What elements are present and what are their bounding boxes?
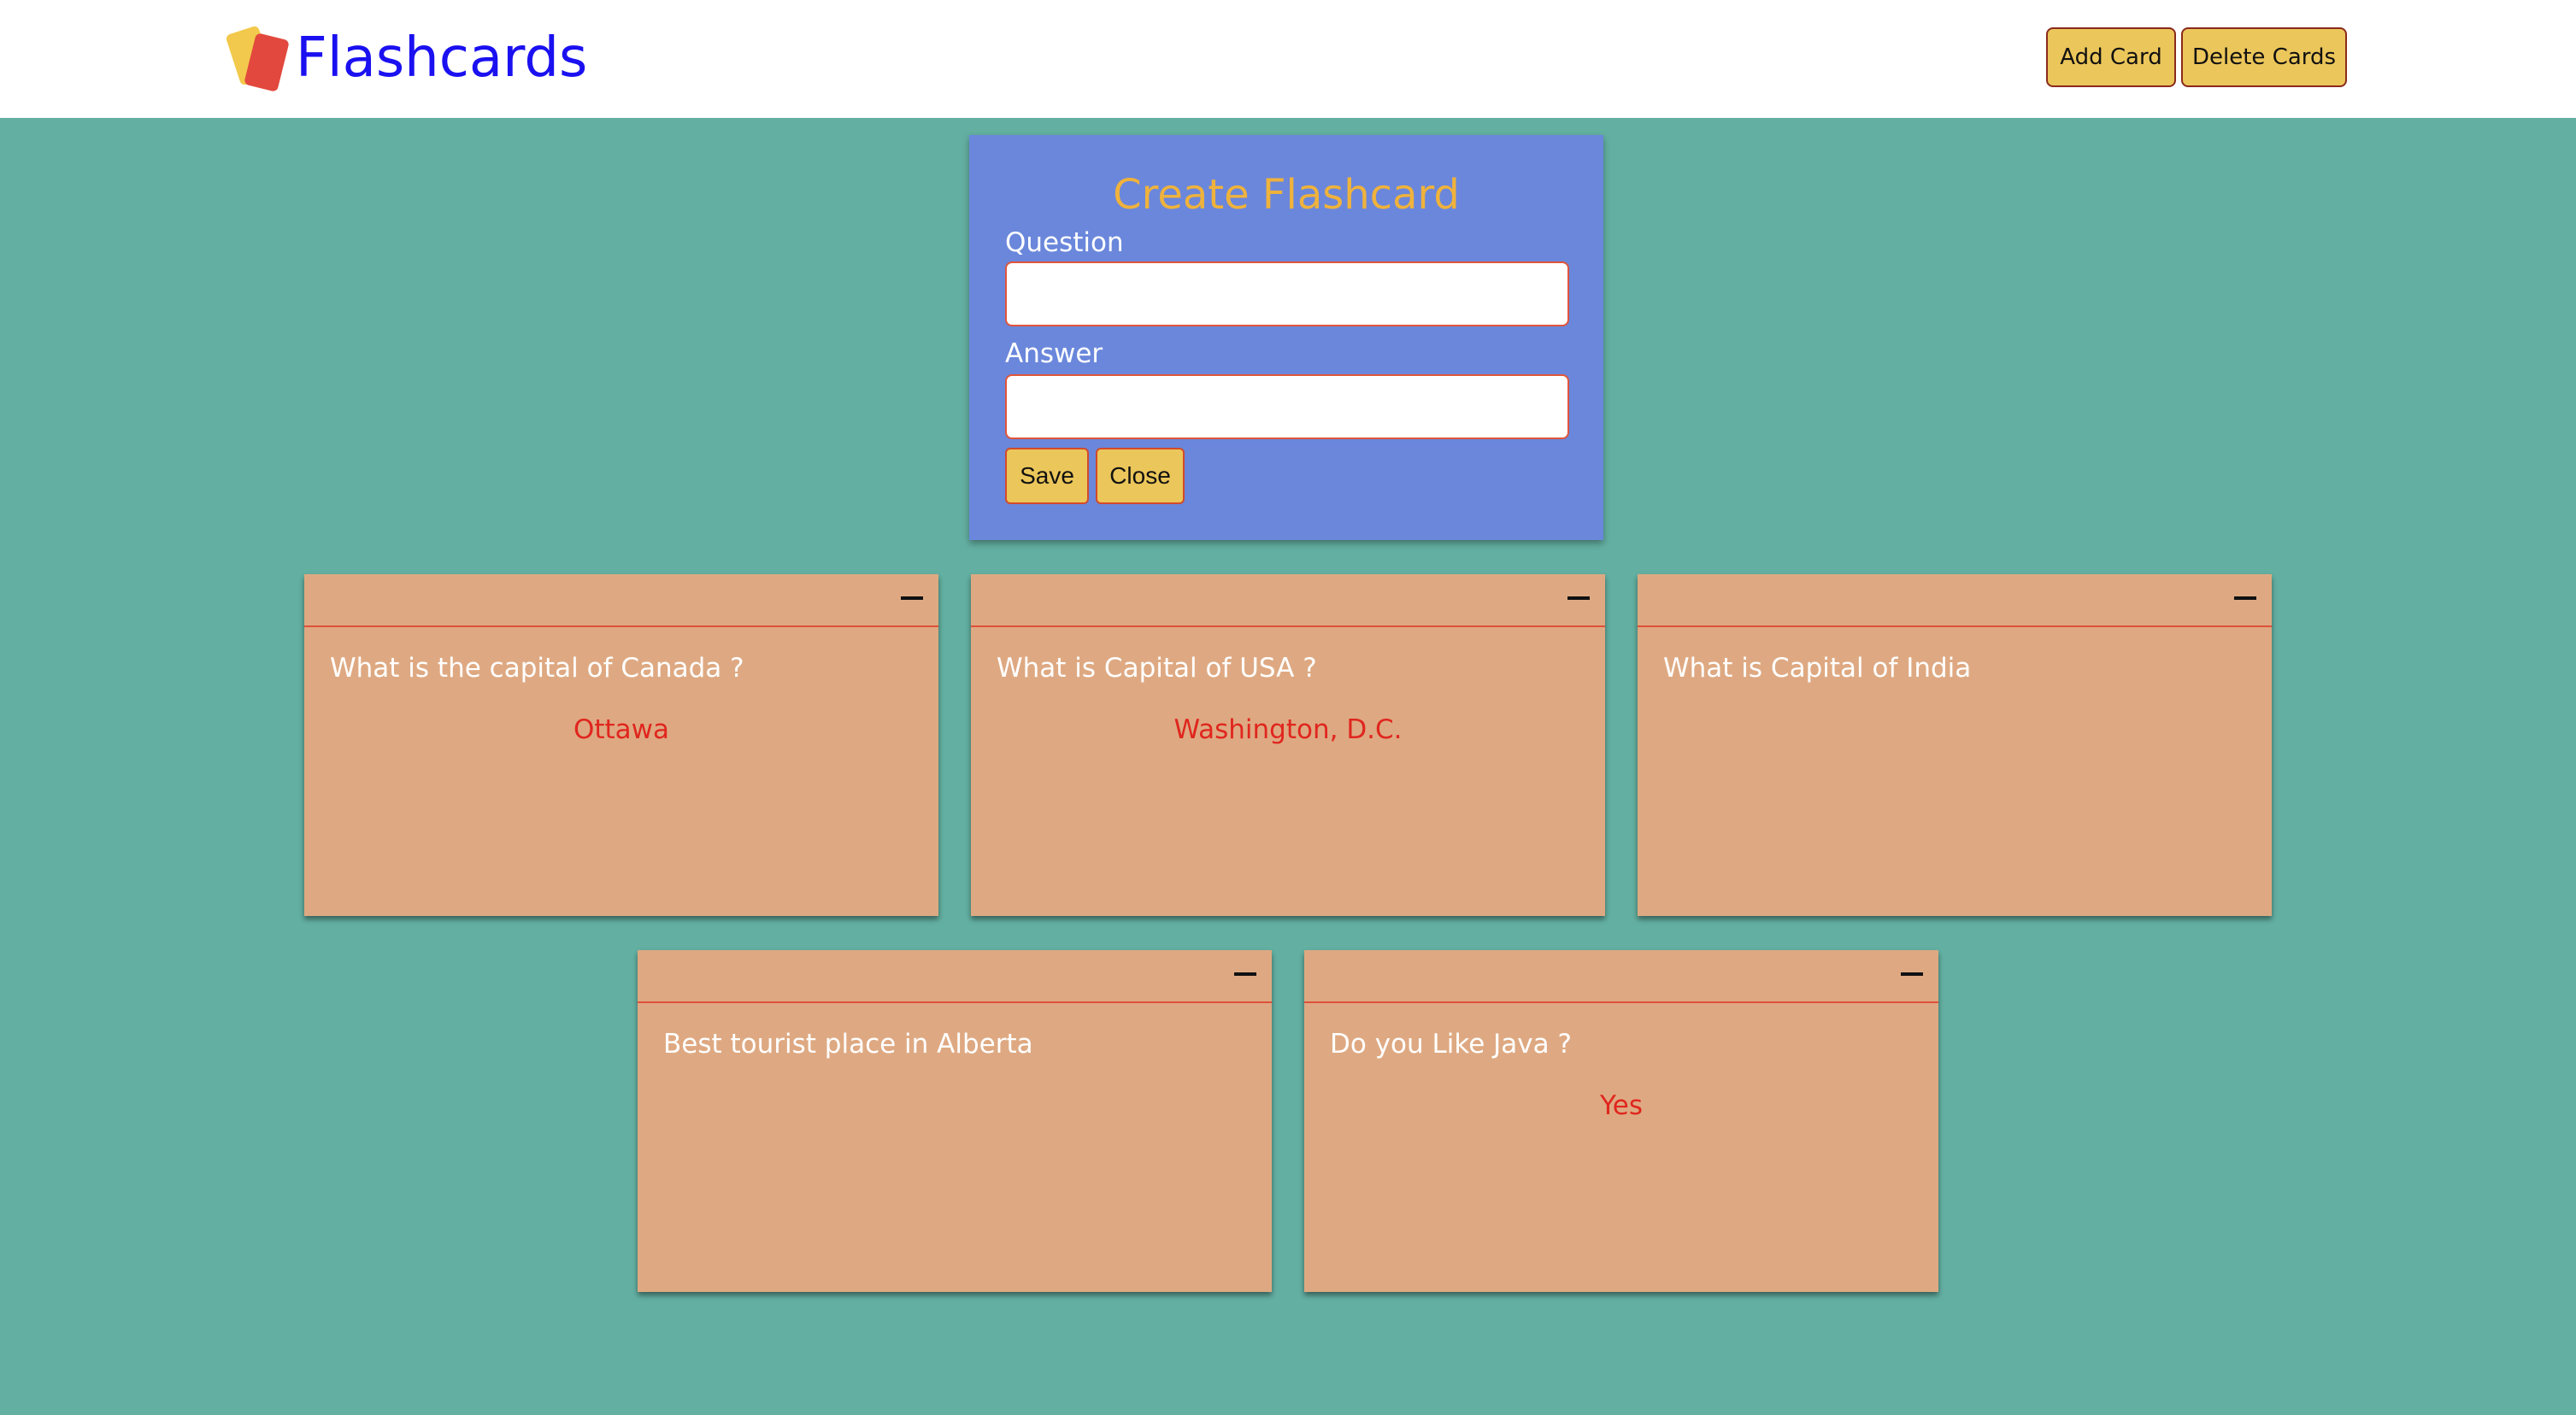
card-answer: Ottawa bbox=[573, 714, 670, 745]
minus-icon[interactable] bbox=[1901, 972, 1923, 976]
card-question: What is the capital of Canada ? bbox=[330, 653, 744, 684]
answer-input[interactable] bbox=[1005, 374, 1569, 439]
minus-icon[interactable] bbox=[1567, 596, 1590, 600]
app-title: Flashcards bbox=[296, 26, 588, 90]
minus-icon[interactable] bbox=[2234, 596, 2256, 600]
flashcard[interactable]: What is Capital of USA ? Washington, D.C… bbox=[971, 574, 1605, 916]
close-button[interactable]: Close bbox=[1096, 448, 1185, 504]
card-header bbox=[971, 574, 1605, 627]
flashcard[interactable]: What is Capital of India bbox=[1638, 574, 2272, 916]
card-header bbox=[1304, 950, 1938, 1003]
flashcard[interactable]: Best tourist place in Alberta bbox=[638, 950, 1272, 1292]
top-header: Flashcards Add Card Delete Cards bbox=[0, 0, 2576, 118]
card-question: Best tourist place in Alberta bbox=[663, 1029, 1033, 1060]
flashcard[interactable]: What is the capital of Canada ? Ottawa bbox=[304, 574, 938, 916]
delete-cards-button[interactable]: Delete Cards bbox=[2181, 27, 2347, 87]
card-question: What is Capital of USA ? bbox=[997, 653, 1317, 684]
panel-title: Create Flashcard bbox=[1113, 171, 1460, 219]
card-answer: Yes bbox=[1599, 1090, 1644, 1121]
add-card-button[interactable]: Add Card bbox=[2046, 27, 2176, 87]
answer-label: Answer bbox=[1005, 338, 1103, 369]
card-header bbox=[638, 950, 1272, 1003]
card-question: Do you Like Java ? bbox=[1330, 1029, 1572, 1060]
question-label: Question bbox=[1005, 227, 1124, 258]
card-question: What is Capital of India bbox=[1663, 653, 1972, 684]
save-button[interactable]: Save bbox=[1005, 448, 1089, 504]
question-input[interactable] bbox=[1005, 261, 1569, 326]
create-flashcard-panel: Create Flashcard Question Answer Save Cl… bbox=[969, 135, 1603, 540]
minus-icon[interactable] bbox=[1234, 972, 1256, 976]
flashcards-logo-icon bbox=[226, 26, 289, 91]
minus-icon[interactable] bbox=[901, 596, 923, 600]
card-header bbox=[304, 574, 938, 627]
card-answer: Washington, D.C. bbox=[1173, 714, 1403, 745]
card-header bbox=[1638, 574, 2272, 627]
flashcard[interactable]: Do you Like Java ? Yes bbox=[1304, 950, 1938, 1292]
